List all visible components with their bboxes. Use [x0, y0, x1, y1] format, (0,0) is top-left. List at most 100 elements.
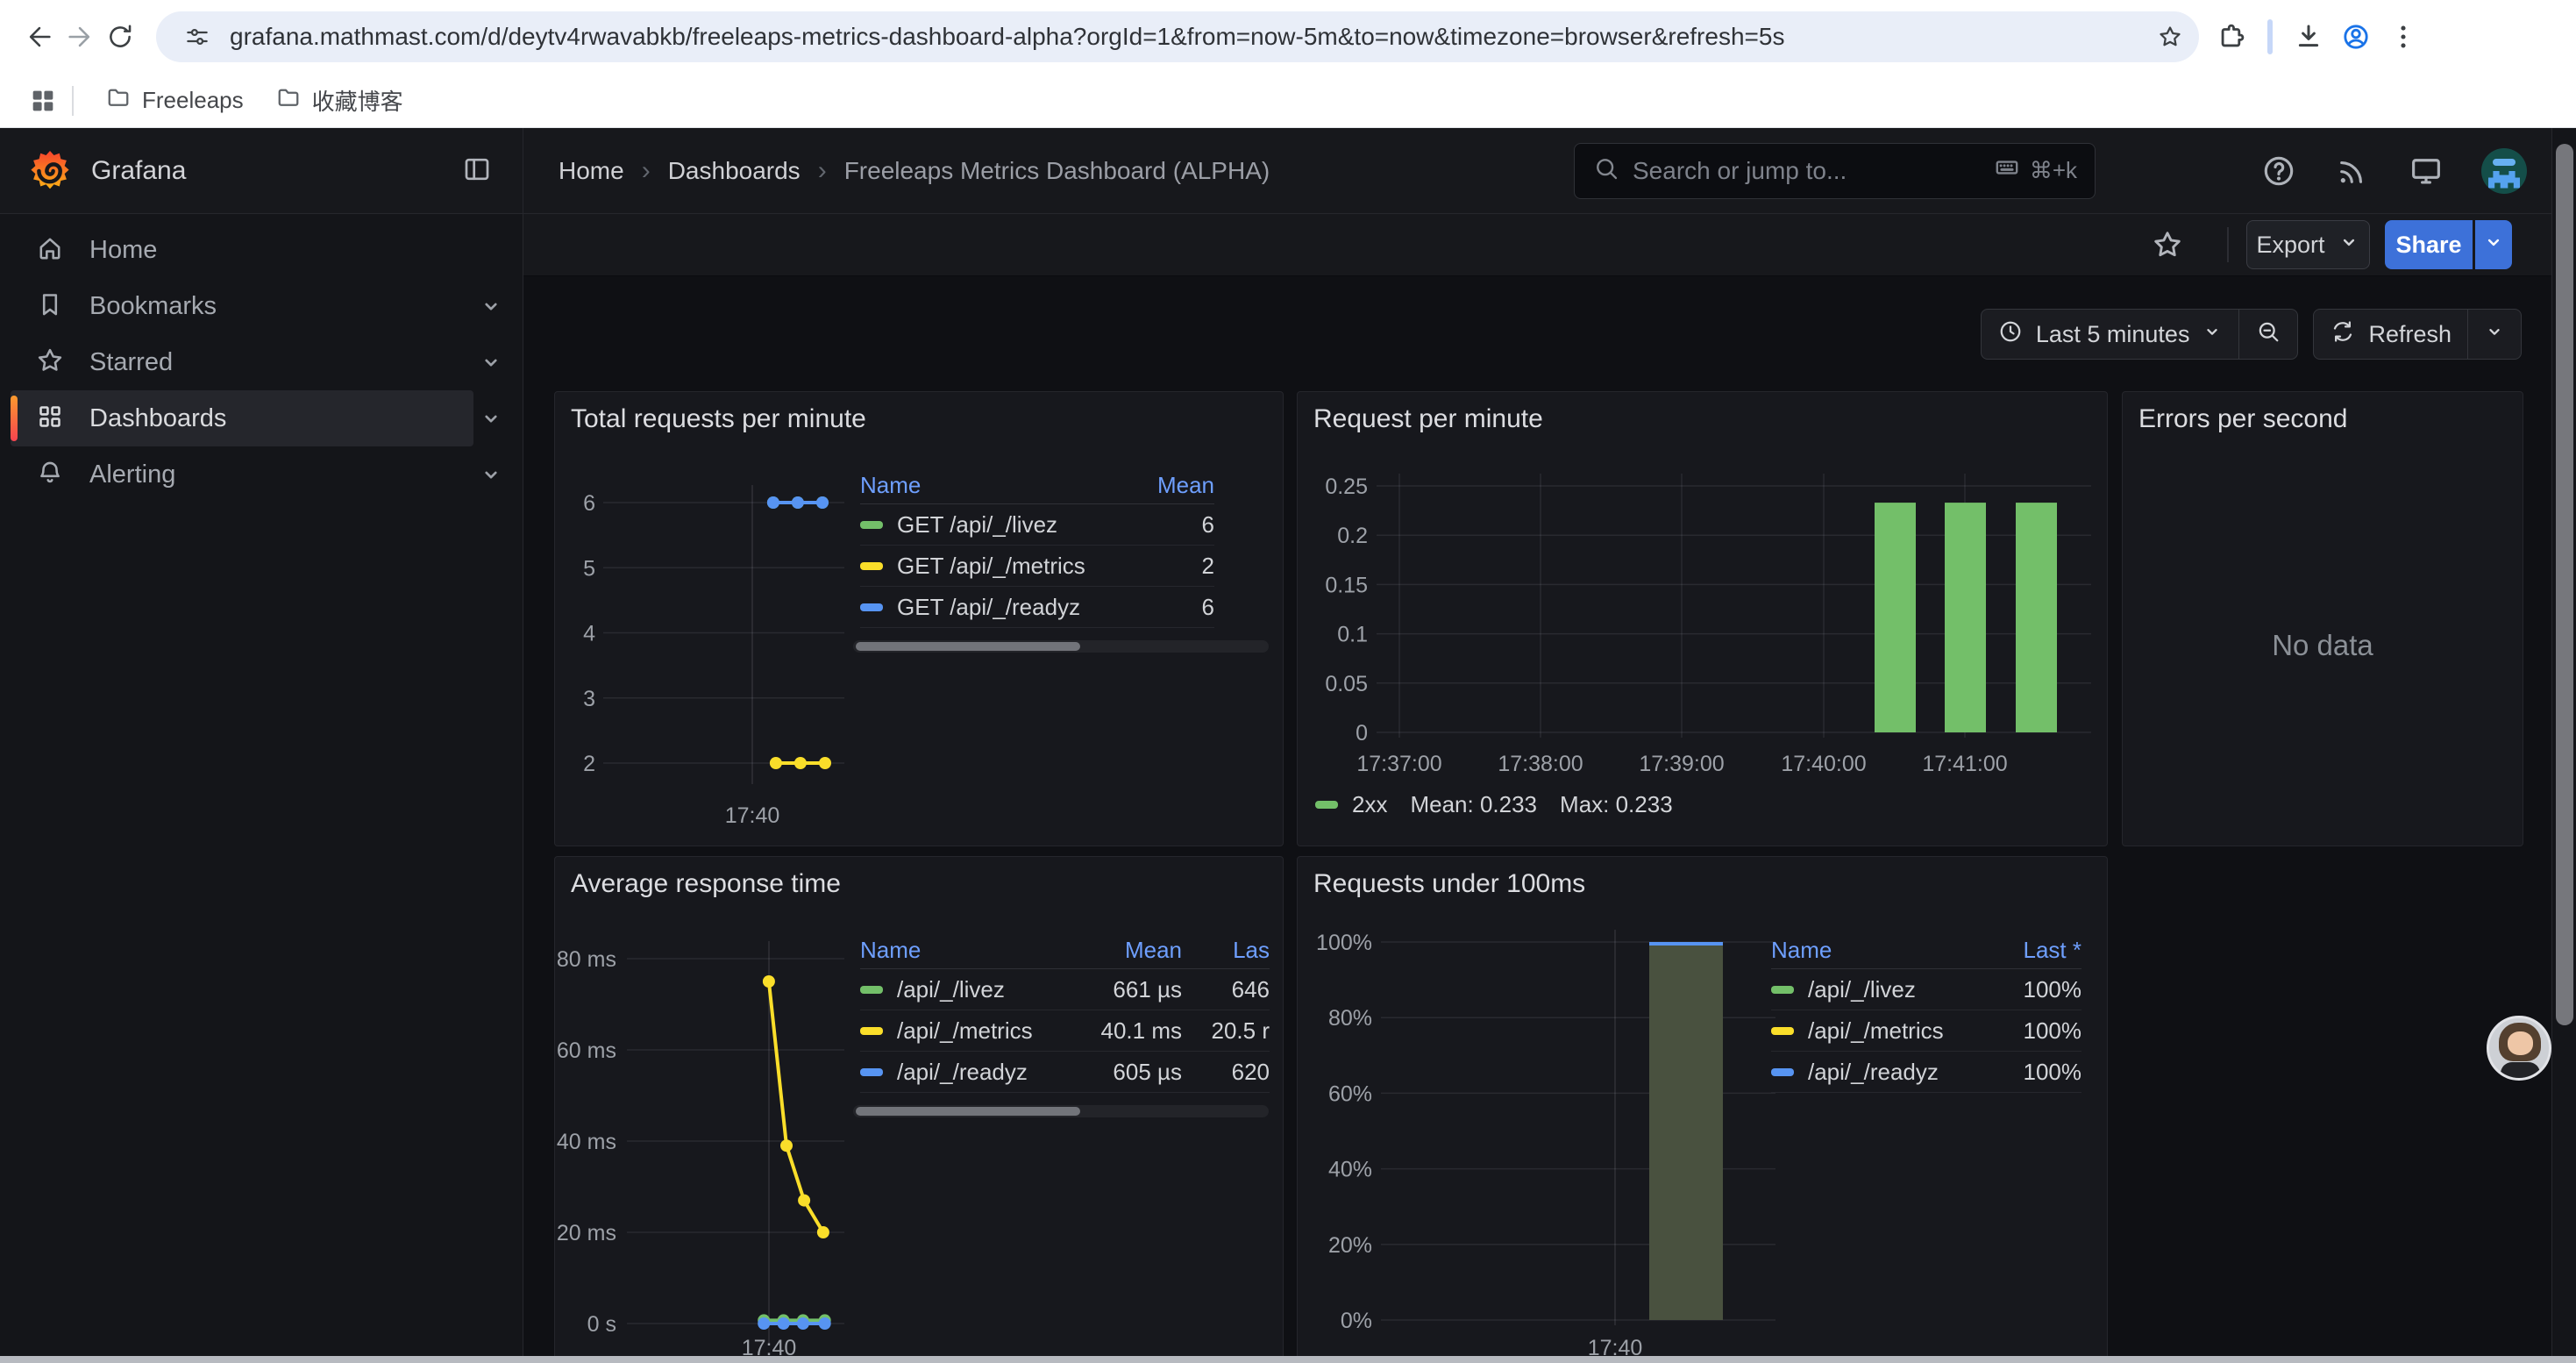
breadcrumb-dashboards[interactable]: Dashboards — [668, 157, 801, 185]
grafana-header: Grafana Home › Dashboards › Freeleaps Me… — [0, 128, 2576, 214]
panel-title[interactable]: Total requests per minute — [571, 404, 866, 434]
news-rss-icon[interactable] — [2334, 153, 2371, 189]
chevron-down-icon[interactable] — [473, 350, 509, 375]
bookmark-label: Freeleaps — [142, 87, 244, 114]
chevron-down-icon — [2484, 321, 2505, 348]
search-input[interactable] — [1633, 157, 1981, 185]
grafana-logo — [26, 147, 74, 195]
series-swatch — [1771, 1027, 1794, 1035]
scrollbar-thumb[interactable] — [2556, 144, 2573, 1025]
svg-text:17:41:00: 17:41:00 — [1922, 752, 2007, 776]
panel-title[interactable]: Average response time — [571, 869, 841, 899]
breadcrumb-home[interactable]: Home — [559, 157, 624, 185]
bookmarks-separator — [72, 86, 74, 116]
refresh-interval-dropdown[interactable] — [2467, 310, 2521, 359]
sidebar-item-bookmarks[interactable]: Bookmarks — [0, 278, 523, 334]
svg-text:0.25: 0.25 — [1325, 475, 1368, 499]
sidebar-item-starred[interactable]: Starred — [0, 334, 523, 390]
forward-icon[interactable] — [60, 17, 100, 57]
profile-icon[interactable] — [2336, 17, 2376, 57]
svg-text:17:40: 17:40 — [725, 803, 780, 828]
svg-text:80 ms: 80 ms — [557, 947, 616, 972]
legend-table: NameLast */api/_/livez100%/api/_/metrics… — [1771, 932, 2081, 1093]
share-button[interactable]: Share — [2385, 220, 2473, 269]
zoom-out-button[interactable] — [2238, 310, 2297, 359]
legend-row[interactable]: /api/_/readyz100% — [1771, 1052, 2081, 1093]
chevron-down-icon — [2338, 231, 2360, 260]
svg-text:60%: 60% — [1328, 1081, 1372, 1106]
legend-row[interactable]: /api/_/livez100% — [1771, 969, 2081, 1010]
menu-icon[interactable] — [2383, 17, 2423, 57]
reload-icon[interactable] — [100, 17, 140, 57]
share-dropdown-button[interactable] — [2475, 220, 2512, 269]
legend-row[interactable]: /api/_/metrics40.1 ms20.5 r — [860, 1010, 1270, 1052]
legend-row[interactable]: /api/_/metrics100% — [1771, 1010, 2081, 1052]
help-icon[interactable] — [2260, 153, 2297, 189]
refresh-group: Refresh — [2313, 309, 2522, 360]
chevron-down-icon[interactable] — [473, 462, 509, 487]
sidebar-item-home[interactable]: Home — [0, 222, 523, 278]
breadcrumb-separator: › — [642, 156, 651, 186]
breadcrumb-separator: › — [818, 156, 827, 186]
floating-assistant-avatar[interactable] — [2487, 1016, 2551, 1081]
svg-text:17:38:00: 17:38:00 — [1498, 752, 1583, 776]
legend[interactable]: 2xx Mean: 0.233 Max: 0.233 — [1315, 791, 1673, 818]
svg-text:100%: 100% — [1316, 931, 1372, 955]
panel-title[interactable]: Errors per second — [2138, 404, 2347, 434]
apps-grid-icon[interactable] — [23, 81, 63, 121]
url-bar[interactable]: grafana.mathmast.com/d/deytv4rwavabkb/fr… — [156, 11, 2199, 62]
bell-icon — [35, 458, 65, 492]
refresh-button[interactable]: Refresh — [2314, 310, 2467, 359]
legend-max: Max: 0.233 — [1560, 791, 1673, 818]
chevron-down-icon[interactable] — [473, 406, 509, 431]
bookmark-folder-blogs[interactable]: 收藏博客 — [260, 80, 419, 122]
svg-text:0.05: 0.05 — [1325, 672, 1368, 696]
site-settings-icon[interactable] — [177, 17, 217, 57]
sidebar-item-alerting[interactable]: Alerting — [0, 446, 523, 503]
favorite-star-icon[interactable] — [2151, 228, 2184, 261]
kiosk-monitor-icon[interactable] — [2408, 153, 2444, 189]
window-bottom-edge — [0, 1356, 2576, 1363]
legend-row[interactable]: GET /api/_/readyz6 — [860, 587, 1214, 628]
keyboard-icon — [1993, 153, 2021, 188]
export-button[interactable]: Export — [2246, 220, 2370, 269]
legend-mean: Mean: 0.233 — [1410, 791, 1537, 818]
back-icon[interactable] — [19, 17, 60, 57]
svg-text:20%: 20% — [1328, 1233, 1372, 1258]
legend-row[interactable]: GET /api/_/livez6 — [860, 504, 1214, 546]
svg-text:20 ms: 20 ms — [557, 1221, 616, 1245]
chevron-down-icon[interactable] — [473, 294, 509, 318]
sidebar-item-dashboards[interactable]: Dashboards — [0, 390, 523, 446]
chevron-down-icon — [2482, 231, 2505, 260]
sidebar-item-label: Home — [89, 236, 157, 265]
refresh-icon — [2330, 318, 2356, 351]
panel-request-per-minute: Request per minute 0.250.20.150.10.05017… — [1297, 391, 2108, 846]
header-actions: ⌘+k — [1574, 143, 2576, 199]
search-box[interactable]: ⌘+k — [1574, 143, 2096, 199]
extensions-icon[interactable] — [2211, 17, 2252, 57]
legend-scrollbar[interactable] — [853, 640, 1269, 653]
avg-response-time-chart: 80 ms60 ms40 ms20 ms0 s17:40 — [555, 910, 853, 1363]
legend-row[interactable]: /api/_/readyz605 µs620 — [860, 1052, 1270, 1093]
page-scrollbar[interactable] — [2551, 128, 2576, 1356]
legend-row[interactable]: /api/_/livez661 µs646 — [860, 969, 1270, 1010]
bookmark-star-icon[interactable] — [2150, 17, 2190, 57]
panel-title[interactable]: Request per minute — [1313, 404, 1543, 434]
sidebar-toggle-icon[interactable] — [461, 153, 496, 189]
svg-text:0.1: 0.1 — [1337, 623, 1368, 647]
time-range-picker[interactable]: Last 5 minutes — [1982, 310, 2239, 359]
downloads-icon[interactable] — [2288, 17, 2329, 57]
series-swatch — [860, 562, 883, 570]
legend-row[interactable]: GET /api/_/metrics2 — [860, 546, 1214, 587]
panel-title[interactable]: Requests under 100ms — [1313, 869, 1585, 899]
legend-table: NameMeanGET /api/_/livez6GET /api/_/metr… — [860, 467, 1214, 628]
sidebar: Home Bookmarks Starred DashboardsAlerting — [0, 214, 523, 1363]
legend-scrollbar[interactable] — [853, 1105, 1269, 1117]
panel-avg-response-time: Average response time 80 ms60 ms40 ms20 … — [554, 856, 1284, 1363]
bookmark-folder-freeleaps[interactable]: Freeleaps — [89, 80, 260, 122]
legend-header: NameLast * — [1771, 932, 2081, 969]
url-text[interactable]: grafana.mathmast.com/d/deytv4rwavabkb/fr… — [230, 23, 2150, 51]
series-swatch — [860, 521, 883, 529]
user-avatar[interactable] — [2481, 148, 2527, 194]
sidebar-item-label: Starred — [89, 348, 173, 377]
